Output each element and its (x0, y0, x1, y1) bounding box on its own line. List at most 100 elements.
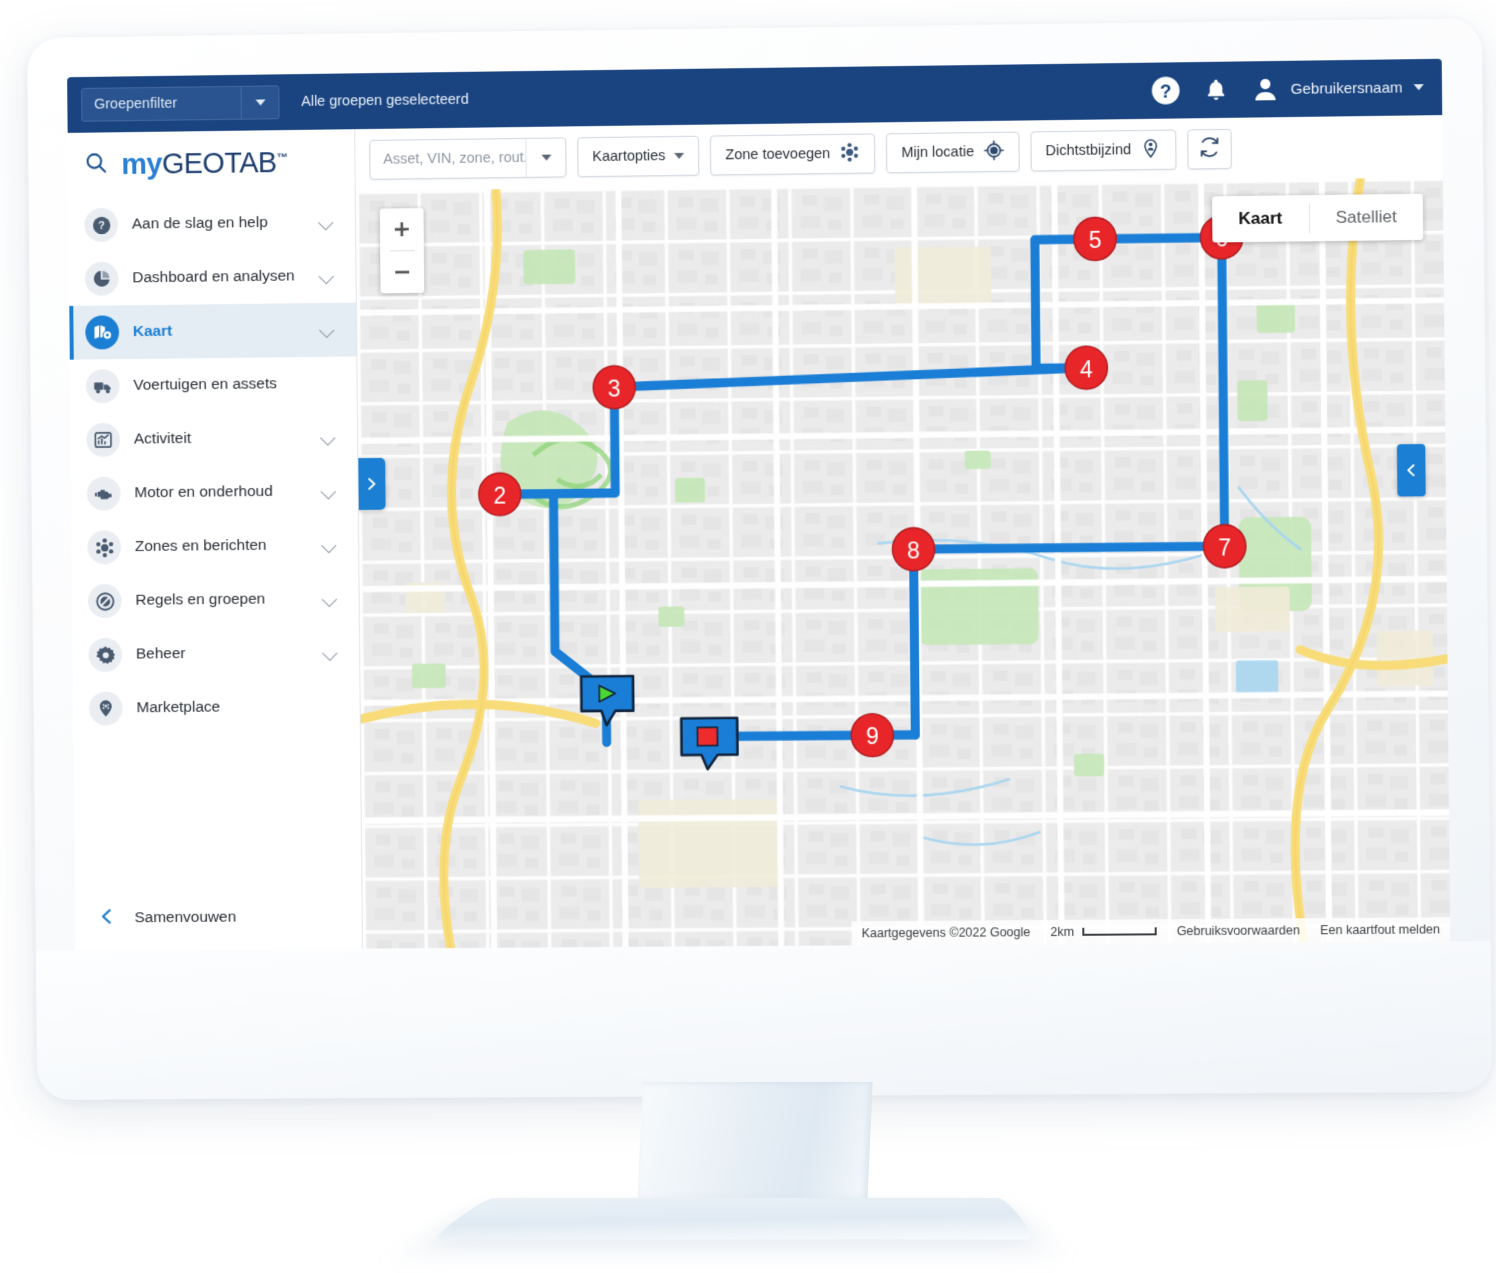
map-search-combobox[interactable] (369, 137, 567, 180)
svg-text:5: 5 (1089, 227, 1102, 254)
map-type-switch: Kaart Satelliet (1212, 193, 1424, 243)
chevron-down-icon (320, 429, 336, 446)
sidebar-item-dashboard-en-analysen[interactable]: Dashboard en analysen (69, 249, 356, 306)
add-zone-button[interactable]: Zone toevoegen (710, 133, 876, 176)
route-stop-marker-8: 8 (892, 528, 934, 571)
chevron-down-icon (318, 214, 334, 231)
svg-text:?: ? (1160, 80, 1172, 101)
svg-text:4: 4 (1080, 356, 1093, 383)
group-filter-combobox[interactable]: Groepenfilter (81, 85, 280, 122)
route-stop-marker-4: 4 (1065, 346, 1108, 389)
caret-down-icon (540, 154, 551, 161)
map-type-satelliet-button[interactable]: Satelliet (1309, 194, 1423, 242)
route-stop-marker-9: 9 (849, 712, 894, 757)
map-scale-bar (1082, 927, 1157, 936)
user-menu[interactable]: Gebruikersnaam (1251, 73, 1424, 103)
chevron-down-icon (321, 537, 337, 553)
engine-icon (86, 476, 121, 511)
location-person-icon (1140, 137, 1161, 162)
sidebar-item-marketplace[interactable]: Marketplace (73, 679, 360, 735)
sidebar-nav-list: ? Aan de slag en help Dashboard en analy… (68, 195, 361, 887)
pie-chart-icon (84, 261, 119, 296)
sidebar-item-label: Dashboard en analysen (132, 267, 295, 287)
sidebar-collapse-label: Samenvouwen (134, 908, 237, 927)
monitor-frame: Groepenfilter Alle groepen geselecteerd … (27, 18, 1493, 1100)
chevron-right-icon (363, 474, 379, 494)
sidebar-item-aan-de-slag-en-help[interactable]: ? Aan de slag en help (68, 195, 355, 252)
svg-text:8: 8 (907, 537, 920, 563)
logo-trademark: ™ (276, 151, 288, 164)
search-icon[interactable] (84, 150, 109, 180)
caret-down-icon (1413, 84, 1424, 91)
sidebar-item-regels-en-groepen[interactable]: Regels en groepen (72, 572, 359, 628)
no-entry-icon (87, 584, 122, 619)
right-panel-toggle[interactable] (1396, 443, 1426, 497)
refresh-icon (1198, 136, 1220, 162)
group-filter-status-text: Alle groepen geselecteerd (301, 91, 469, 110)
sidebar-item-voertuigen-en-assets[interactable]: Voertuigen en assets (70, 356, 357, 413)
zone-gear-icon (839, 141, 860, 166)
map-search-input[interactable] (370, 138, 526, 179)
svg-text:3: 3 (608, 375, 621, 401)
monitor-stand-base (429, 1197, 1038, 1240)
sidebar-item-zones-en-berichten[interactable]: Zones en berichten (71, 518, 358, 575)
svg-text:9: 9 (866, 723, 879, 749)
map-terms-link[interactable]: Gebruiksvoorwaarden (1166, 918, 1311, 944)
map-type-kaart-button[interactable]: Kaart (1212, 195, 1309, 242)
zone-gear-icon (87, 530, 122, 565)
sidebar-item-label: Motor en onderhoud (134, 482, 273, 502)
question-mark-circle-icon[interactable]: ? (1151, 75, 1181, 105)
left-panel-toggle[interactable] (357, 457, 386, 510)
route-stop-marker-3: 3 (593, 365, 637, 410)
route-stop-marker-5: 5 (1074, 217, 1117, 260)
svg-text:?: ? (98, 220, 105, 232)
mygeotab-application: Groepenfilter Alle groepen geselecteerd … (67, 58, 1451, 951)
svg-text:2: 2 (493, 482, 506, 508)
chevron-left-icon (97, 906, 117, 931)
logo-geotab-text: GEOTAB (161, 146, 277, 180)
truck-icon (85, 369, 120, 404)
sidebar-item-label: Zones en berichten (134, 536, 267, 556)
sidebar-item-label: Beheer (135, 645, 186, 663)
chevron-down-icon (322, 645, 338, 661)
sidebar-item-label: Activiteit (133, 430, 192, 448)
map-report-error-link[interactable]: Een kaartfout melden (1309, 917, 1451, 943)
bell-icon[interactable] (1203, 77, 1229, 103)
map-options-button[interactable]: Kaartopties (577, 135, 700, 178)
zoom-in-button[interactable] (380, 208, 424, 250)
nearest-label: Dichtstbijzind (1045, 142, 1132, 160)
sidebar-item-activiteit[interactable]: Activiteit (70, 410, 357, 467)
sidebar-item-motor-en-onderhoud[interactable]: Motor en onderhoud (71, 464, 358, 521)
map-attribution: Kaartgegevens ©2022 Google (851, 920, 1041, 946)
sidebar-collapse-button[interactable]: Samenvouwen (75, 885, 362, 951)
sidebar-item-label: Marketplace (136, 698, 221, 717)
top-bar-actions: ? Gebruikersnaam (1151, 72, 1424, 106)
sidebar-item-beheer[interactable]: Beheer (72, 626, 359, 682)
sidebar-item-kaart[interactable]: Kaart (69, 302, 357, 360)
minus-icon (395, 270, 410, 274)
map-search-dropdown-button[interactable] (525, 138, 566, 177)
gear-icon (88, 637, 123, 672)
mygeotab-logo: myGEOTAB™ (121, 146, 288, 181)
zoom-out-button[interactable] (380, 251, 424, 293)
monitor-chin (35, 941, 1493, 1100)
map-scale-label: 2km (1050, 924, 1075, 940)
logo-my-text: my (121, 148, 163, 181)
username-label: Gebruikersnaam (1290, 78, 1403, 98)
group-filter-label[interactable]: Groepenfilter (82, 87, 241, 121)
group-filter-dropdown-button[interactable] (240, 86, 279, 119)
nearest-button[interactable]: Dichtstbijzind (1030, 129, 1177, 172)
chevron-down-icon (321, 591, 338, 607)
crosshair-icon (983, 139, 1004, 164)
chevron-down-icon (320, 483, 337, 500)
caret-down-icon (255, 99, 266, 106)
question-circle-icon: ? (84, 207, 119, 243)
sidebar-header: myGEOTAB™ (68, 129, 355, 198)
map-pin-icon (85, 315, 120, 350)
map-canvas[interactable]: 2 3 4 5 7 8 9 Kaart Satelliet Kaartgegev… (355, 177, 1451, 949)
my-location-button[interactable]: Mijn locatie (886, 131, 1020, 174)
svg-text:7: 7 (1218, 534, 1231, 561)
refresh-button[interactable] (1187, 128, 1233, 170)
monitor-stand-neck (637, 1082, 873, 1204)
my-location-label: Mijn locatie (901, 144, 975, 162)
